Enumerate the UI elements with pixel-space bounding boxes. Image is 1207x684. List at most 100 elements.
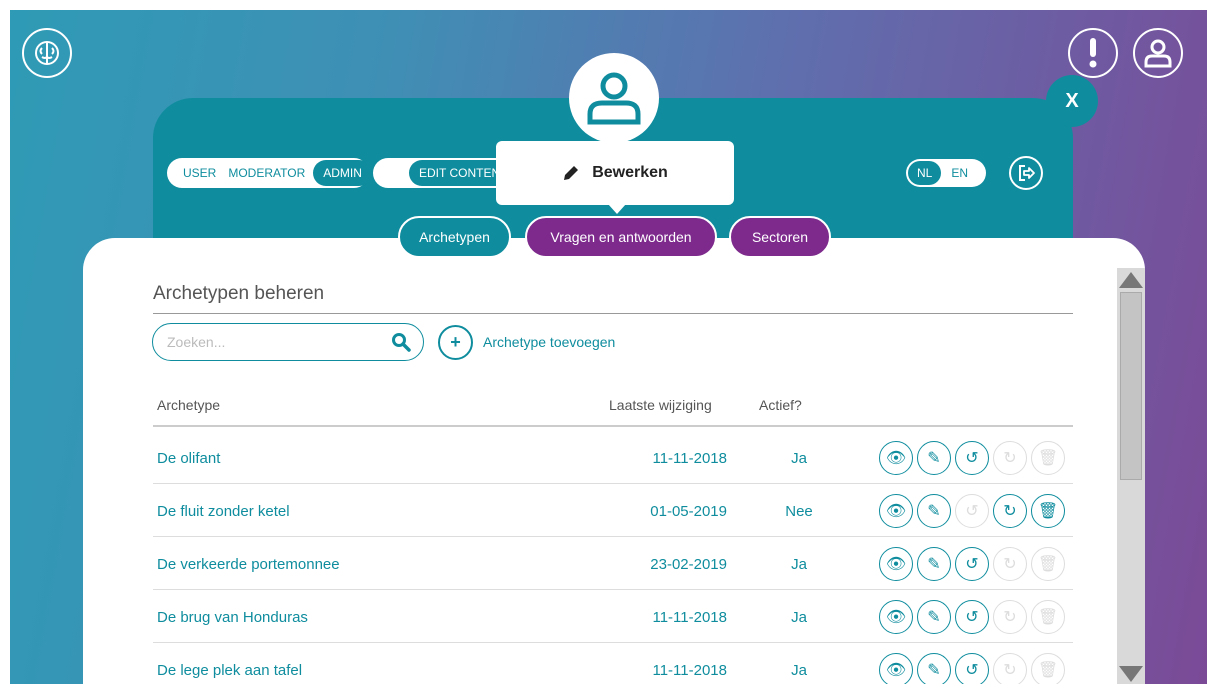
close-button[interactable]: X [1046, 75, 1098, 127]
undo-icon: ↺ [965, 609, 979, 626]
delete-button[interactable]: 🗑 [1031, 653, 1065, 684]
language-en[interactable]: EN [941, 166, 978, 180]
redo-icon: ↻ [1003, 450, 1017, 467]
scroll-thumb[interactable] [1120, 292, 1142, 480]
trash-icon: 🗑 [1037, 450, 1059, 467]
role-moderator[interactable]: MODERATOR [222, 166, 311, 180]
undo-button[interactable]: ↺ [955, 600, 989, 634]
scrollbar[interactable] [1117, 268, 1145, 684]
active-status: Ja [791, 609, 807, 626]
language-switcher[interactable]: NL EN [906, 159, 986, 187]
archetype-name[interactable]: De brug van Honduras [157, 609, 308, 626]
edit-button[interactable]: ✎ [917, 494, 951, 528]
logout-button[interactable] [1009, 156, 1043, 190]
table-row[interactable]: De fluit zonder ketel 01-05-2019 Nee 👁 ✎… [153, 484, 1073, 537]
row-actions: 👁 ✎ ↺ ↻ 🗑 [879, 494, 1065, 528]
search-icon[interactable] [391, 332, 411, 352]
undo-button[interactable]: ↺ [955, 494, 989, 528]
view-button[interactable]: 👁 [879, 441, 913, 475]
trash-icon: 🗑 [1037, 662, 1059, 679]
row-actions: 👁 ✎ ↺ ↻ 🗑 [879, 600, 1065, 634]
archetype-name[interactable]: De verkeerde portemonnee [157, 556, 340, 573]
archetype-name[interactable]: De lege plek aan tafel [157, 662, 302, 679]
pencil-icon: ✎ [927, 662, 941, 679]
tab-archetypen[interactable]: Archetypen [398, 216, 511, 258]
edit-button[interactable]: ✎ [917, 547, 951, 581]
edit-tooltip: Bewerken [496, 141, 734, 214]
brain-icon [35, 41, 59, 65]
view-button[interactable]: 👁 [879, 547, 913, 581]
active-status: Ja [791, 556, 807, 573]
add-archetype-label[interactable]: Archetype toevoegen [483, 334, 615, 350]
tooltip-label: Bewerken [592, 164, 668, 181]
tab-vragen-en-antwoorden[interactable]: Vragen en antwoorden [525, 216, 717, 258]
alert-button[interactable] [1068, 28, 1118, 78]
undo-icon: ↺ [965, 662, 979, 679]
active-status: Ja [791, 662, 807, 679]
logout-icon [1019, 165, 1035, 181]
user-icon [1144, 39, 1172, 68]
table-row[interactable]: De olifant 11-11-2018 Ja 👁 ✎ ↺ ↻ 🗑 [153, 431, 1073, 484]
undo-button[interactable]: ↺ [955, 441, 989, 475]
redo-icon: ↻ [1003, 503, 1017, 520]
avatar [569, 53, 659, 143]
redo-button[interactable]: ↻ [993, 441, 1027, 475]
archetype-name[interactable]: De olifant [157, 450, 220, 467]
last-modified: 23-02-2019 [650, 556, 727, 573]
pencil-icon [564, 166, 579, 180]
window-frame-left [0, 0, 10, 684]
table-row[interactable]: De brug van Honduras 11-11-2018 Ja 👁 ✎ ↺… [153, 590, 1073, 643]
delete-button[interactable]: 🗑 [1031, 600, 1065, 634]
undo-button[interactable]: ↺ [955, 653, 989, 684]
tab-sectoren[interactable]: Sectoren [729, 216, 831, 258]
scroll-up-arrow[interactable] [1119, 272, 1143, 288]
pencil-icon: ✎ [927, 503, 941, 520]
redo-button[interactable]: ↻ [993, 494, 1027, 528]
view-button[interactable]: 👁 [879, 653, 913, 684]
column-header-archetype[interactable]: Archetype [157, 397, 220, 413]
page-title: Archetypen beheren [153, 283, 325, 304]
pencil-icon: ✎ [927, 556, 941, 573]
trash-icon: 🗑 [1037, 556, 1059, 573]
undo-button[interactable]: ↺ [955, 547, 989, 581]
add-archetype-button[interactable]: + [438, 325, 473, 360]
role-user[interactable]: USER [177, 166, 222, 180]
scroll-down-arrow[interactable] [1119, 666, 1143, 682]
plus-icon: + [450, 332, 461, 352]
trash-icon: 🗑 [1037, 503, 1059, 520]
undo-icon: ↺ [965, 503, 979, 520]
search-field[interactable] [152, 323, 424, 361]
delete-button[interactable]: 🗑 [1031, 547, 1065, 581]
redo-button[interactable]: ↻ [993, 653, 1027, 684]
brain-logo-button[interactable] [22, 28, 72, 78]
profile-button[interactable] [1133, 28, 1183, 78]
delete-button[interactable]: 🗑 [1031, 441, 1065, 475]
table-row[interactable]: De lege plek aan tafel 11-11-2018 Ja 👁 ✎… [153, 643, 1073, 684]
edit-button[interactable]: ✎ [917, 441, 951, 475]
role-switcher[interactable]: USER MODERATOR ADMIN [167, 158, 372, 188]
column-header-active[interactable]: Actief? [759, 397, 802, 413]
redo-button[interactable]: ↻ [993, 547, 1027, 581]
view-button[interactable]: 👁 [879, 600, 913, 634]
edit-button[interactable]: ✎ [917, 600, 951, 634]
edit-button[interactable]: ✎ [917, 653, 951, 684]
search-input[interactable] [167, 334, 391, 350]
undo-icon: ↺ [965, 450, 979, 467]
exclamation-icon [1089, 38, 1097, 68]
column-header-date[interactable]: Laatste wijziging [609, 397, 712, 413]
last-modified: 11-11-2018 [652, 450, 727, 467]
row-actions: 👁 ✎ ↺ ↻ 🗑 [879, 547, 1065, 581]
view-button[interactable]: 👁 [879, 494, 913, 528]
redo-icon: ↻ [1003, 662, 1017, 679]
language-nl[interactable]: NL [908, 161, 942, 185]
undo-icon: ↺ [965, 556, 979, 573]
archetype-name[interactable]: De fluit zonder ketel [157, 503, 290, 520]
eye-icon: 👁 [885, 503, 907, 520]
last-modified: 11-11-2018 [652, 662, 727, 679]
redo-button[interactable]: ↻ [993, 600, 1027, 634]
table-row[interactable]: De verkeerde portemonnee 23-02-2019 Ja 👁… [153, 537, 1073, 590]
last-modified: 11-11-2018 [652, 609, 727, 626]
table-header-divider [153, 425, 1073, 427]
role-admin[interactable]: ADMIN [313, 160, 372, 186]
delete-button[interactable]: 🗑 [1031, 494, 1065, 528]
